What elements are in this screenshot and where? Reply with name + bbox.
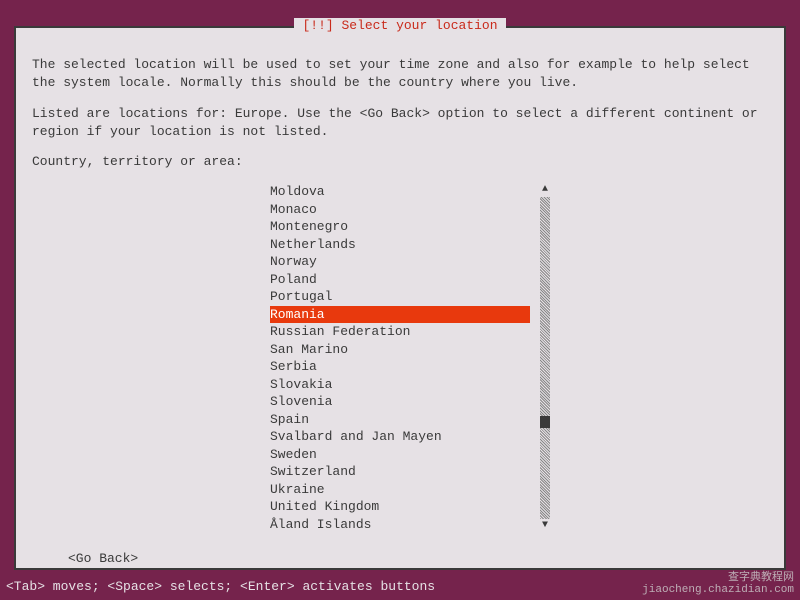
dialog-title-wrap: [!!] Select your location (16, 18, 784, 33)
country-list[interactable]: MoldovaMonacoMontenegroNetherlandsNorway… (270, 183, 530, 533)
scroll-down-arrow[interactable]: ▼ (542, 519, 548, 533)
status-bar: <Tab> moves; <Space> selects; <Enter> ac… (6, 579, 435, 594)
scroll-thumb[interactable] (540, 416, 550, 428)
list-item[interactable]: Moldova (270, 183, 530, 201)
list-item[interactable]: San Marino (270, 341, 530, 359)
list-item[interactable]: Switzerland (270, 463, 530, 481)
list-container: MoldovaMonacoMontenegroNetherlandsNorway… (270, 183, 530, 533)
list-item[interactable]: Romania (270, 306, 530, 324)
list-item[interactable]: Ukraine (270, 481, 530, 499)
watermark-line1: 查字典教程网 (642, 572, 794, 584)
list-item[interactable]: Montenegro (270, 218, 530, 236)
list-item[interactable]: Norway (270, 253, 530, 271)
country-listbox-area: MoldovaMonacoMontenegroNetherlandsNorway… (32, 183, 768, 533)
list-item[interactable]: Spain (270, 411, 530, 429)
list-item[interactable]: Russian Federation (270, 323, 530, 341)
dialog-title: [!!] Select your location (294, 18, 505, 33)
list-item[interactable]: United Kingdom (270, 498, 530, 516)
scrollbar[interactable]: ▲ ▼ (540, 183, 550, 533)
scroll-track[interactable] (540, 197, 550, 519)
list-item[interactable]: Netherlands (270, 236, 530, 254)
list-item[interactable]: Poland (270, 271, 530, 289)
prompt-label: Country, territory or area: (32, 154, 768, 169)
location-dialog: [!!] Select your location The selected l… (14, 26, 786, 570)
list-item[interactable]: Sweden (270, 446, 530, 464)
watermark: 查字典教程网 jiaocheng.chazidian.com (642, 572, 794, 596)
help-text-1: The selected location will be used to se… (32, 56, 768, 91)
list-item[interactable]: Serbia (270, 358, 530, 376)
list-item[interactable]: Slovakia (270, 376, 530, 394)
list-item[interactable]: Svalbard and Jan Mayen (270, 428, 530, 446)
watermark-line2: jiaocheng.chazidian.com (642, 584, 794, 596)
dialog-content: The selected location will be used to se… (16, 28, 784, 578)
list-item[interactable]: Slovenia (270, 393, 530, 411)
help-text-2: Listed are locations for: Europe. Use th… (32, 105, 768, 140)
list-item[interactable]: Monaco (270, 201, 530, 219)
scroll-up-arrow[interactable]: ▲ (542, 183, 548, 197)
go-back-button[interactable]: <Go Back> (68, 551, 138, 566)
list-item[interactable]: Portugal (270, 288, 530, 306)
list-item[interactable]: Åland Islands (270, 516, 530, 534)
